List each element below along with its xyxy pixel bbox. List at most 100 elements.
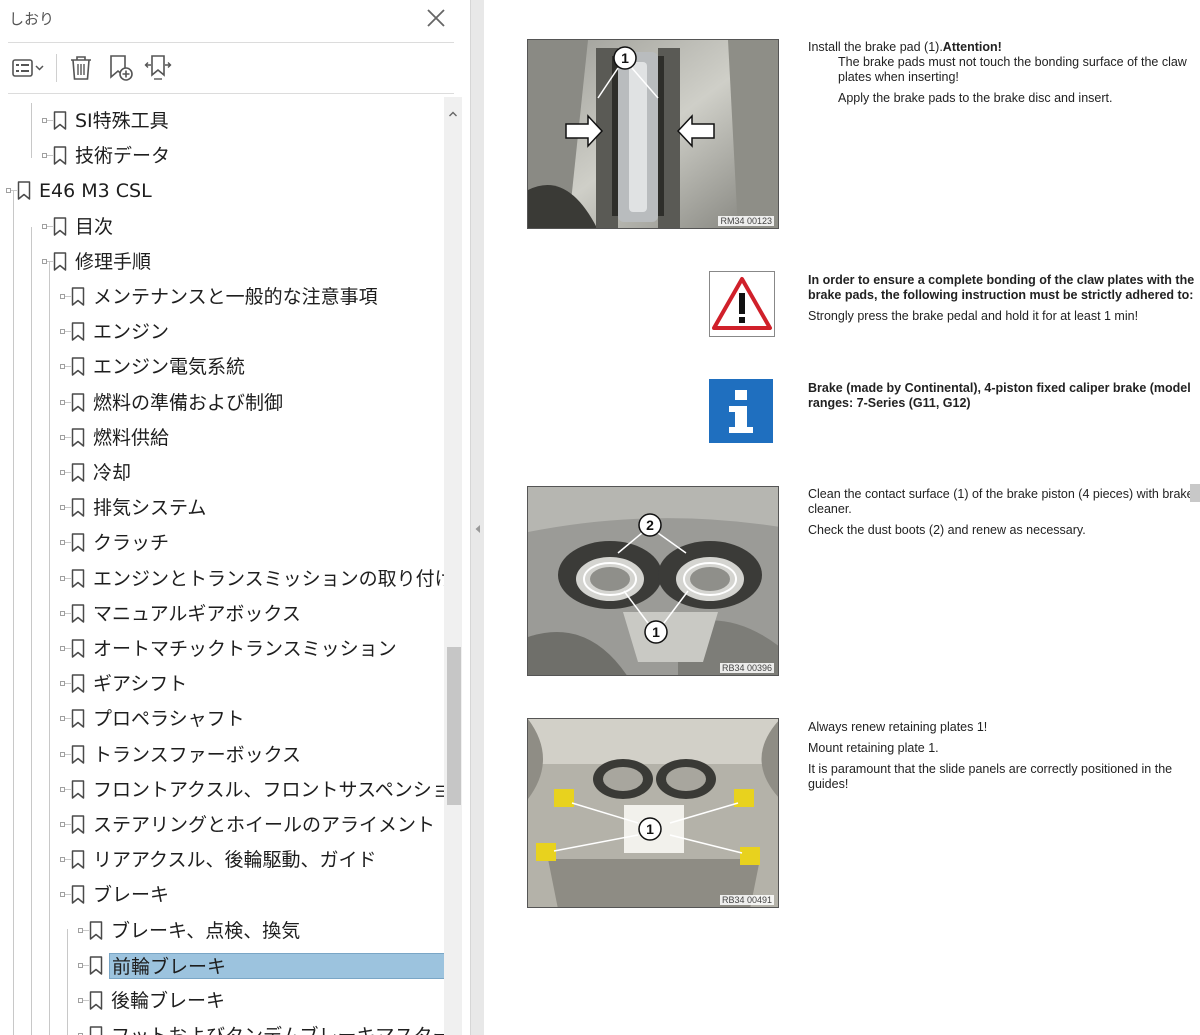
document-page: 1 RM34 00123 Install the brake pad (1).A… xyxy=(485,0,1200,1035)
info-notice xyxy=(709,379,773,443)
bookmark-item[interactable]: マニュアルギアボックス xyxy=(0,596,444,631)
bookmark-icon xyxy=(89,991,103,1010)
bookmark-item[interactable]: 技術データ xyxy=(0,138,444,173)
bookmark-label: 技術データ xyxy=(75,145,171,167)
expand-bookmark-button[interactable] xyxy=(140,52,176,84)
figure-retaining-plates: 1 RB34 00491 xyxy=(527,718,779,908)
bookmark-item[interactable]: クラッチ xyxy=(0,525,444,560)
bookmark-item[interactable]: E46 M3 CSL xyxy=(0,173,444,208)
panel-title: しおり xyxy=(9,10,55,28)
bookmark-icon xyxy=(71,569,85,588)
bookmark-item[interactable]: ステアリングとホイールのアライメント xyxy=(0,807,444,842)
warning-notice xyxy=(709,271,775,337)
scroll-up-button[interactable] xyxy=(448,104,458,117)
text-line: It is paramount that the slide panels ar… xyxy=(808,762,1173,776)
bookmark-item[interactable]: エンジンとトランスミッションの取り付け xyxy=(0,561,444,596)
divider xyxy=(8,93,454,94)
bookmark-item[interactable]: フロントアクスル、フロントサスペンション xyxy=(0,772,444,807)
bookmark-item[interactable]: 燃料の準備および制御 xyxy=(0,385,444,420)
bookmark-item[interactable]: 燃料供給 xyxy=(0,420,444,455)
text-line: Install the brake pad (1).Attention! xyxy=(808,40,1002,54)
text-line: Brake (made by Continental), 4-piston fi… xyxy=(808,381,1191,395)
callout-label: 1 xyxy=(646,821,654,837)
bookmark-icon xyxy=(71,498,85,517)
bookmark-item[interactable]: 冷却 xyxy=(0,455,444,490)
bookmark-icon xyxy=(17,181,31,200)
bookmark-icon xyxy=(71,815,85,834)
text-line: guides! xyxy=(808,777,849,791)
bookmark-label: 冷却 xyxy=(93,462,132,484)
close-panel-button[interactable] xyxy=(424,6,448,30)
text-line: ranges: 7-Series (G11, G12) xyxy=(808,396,971,410)
triangle-left-icon xyxy=(475,525,480,533)
bookmark-item[interactable]: エンジン電気系統 xyxy=(0,349,444,384)
bookmark-item[interactable]: ブレーキ、点検、換気 xyxy=(0,913,444,948)
divider xyxy=(8,42,454,43)
bookmark-icon xyxy=(71,709,85,728)
callout-label: 2 xyxy=(646,517,654,533)
instruction-text-3: Always renew retaining plates 1! Mount r… xyxy=(808,720,1200,792)
bookmark-add-icon xyxy=(110,55,133,81)
bookmark-label: オートマチックトランスミッション xyxy=(93,638,397,660)
panel-splitter[interactable] xyxy=(470,0,484,1035)
warning-icon xyxy=(709,271,775,337)
bookmark-item[interactable]: プロペラシャフト xyxy=(0,701,444,736)
bookmark-item[interactable]: オートマチックトランスミッション xyxy=(0,631,444,666)
figure-brake-pistons: 2 1 RB34 00396 xyxy=(527,486,779,676)
bookmark-item[interactable]: メンテナンスと一般的な注意事項 xyxy=(0,279,444,314)
bookmark-icon xyxy=(89,1026,103,1035)
brake-piston-photo: 2 1 xyxy=(528,487,778,675)
bookmark-label: ギアシフト xyxy=(93,673,188,695)
collapse-panel-button[interactable] xyxy=(474,519,482,533)
instruction-text-1: Install the brake pad (1).Attention! The… xyxy=(808,40,1200,106)
bookmark-item[interactable]: SI特殊工具 xyxy=(0,103,444,138)
bookmark-label: 前輪ブレーキ xyxy=(109,953,444,979)
bookmark-icon xyxy=(53,217,67,236)
scrollbar-thumb[interactable] xyxy=(447,647,461,805)
bookmark-icon xyxy=(71,463,85,482)
bookmark-item[interactable]: 目次 xyxy=(0,209,444,244)
bookmark-icon xyxy=(71,780,85,799)
list-options-icon xyxy=(12,59,44,77)
bookmark-item[interactable]: 前輪ブレーキ xyxy=(0,948,444,983)
brake-caliper-photo: 1 xyxy=(528,40,778,228)
callout-label: 1 xyxy=(652,624,660,640)
document-scroll-marker[interactable] xyxy=(1190,484,1200,502)
bookmark-item[interactable]: 後輪ブレーキ xyxy=(0,983,444,1018)
bookmark-label: エンジン xyxy=(93,321,170,343)
bookmark-label: 排気システム xyxy=(93,497,207,519)
bookmark-item[interactable]: トランスファーボックス xyxy=(0,737,444,772)
delete-bookmark-button[interactable] xyxy=(64,52,98,84)
bookmark-label: メンテナンスと一般的な注意事項 xyxy=(93,286,378,308)
text-line: Strongly press the brake pedal and hold … xyxy=(808,309,1139,323)
bookmark-scrollbar[interactable] xyxy=(444,97,462,1035)
figure-code: RB34 00491 xyxy=(719,895,774,905)
bookmark-icon xyxy=(53,252,67,271)
bookmark-item[interactable]: ブレーキ xyxy=(0,877,444,912)
bookmark-item[interactable]: フットおよびタンデムブレーキマスターシリンダー xyxy=(0,1018,444,1035)
bookmark-item[interactable]: エンジン xyxy=(0,314,444,349)
text-line: cleaner. xyxy=(808,502,852,516)
add-bookmark-button[interactable] xyxy=(102,52,138,84)
bookmark-item[interactable]: 排気システム xyxy=(0,490,444,525)
bookmark-label: 燃料の準備および制御 xyxy=(93,392,284,414)
bookmark-label: クラッチ xyxy=(93,532,170,554)
bookmark-label: ブレーキ xyxy=(93,884,170,906)
bookmark-item[interactable]: リアアクスル、後輪駆動、ガイド xyxy=(0,842,444,877)
figure-code: RM34 00123 xyxy=(718,216,774,226)
bookmark-item[interactable]: ギアシフト xyxy=(0,666,444,701)
text-line: The brake pads must not touch the bondin… xyxy=(838,55,1187,69)
bookmark-label: リアアクスル、後輪駆動、ガイド xyxy=(93,849,377,871)
bookmark-label: エンジンとトランスミッションの取り付け xyxy=(93,568,444,590)
options-menu-button[interactable] xyxy=(8,52,48,84)
bookmark-label: 燃料供給 xyxy=(93,427,170,449)
bookmark-icon xyxy=(71,287,85,306)
figure-code: RB34 00396 xyxy=(719,663,774,673)
attention-label: Attention! xyxy=(942,40,1002,54)
bookmark-expand-icon xyxy=(144,55,172,80)
bookmark-item[interactable]: 修理手順 xyxy=(0,244,444,279)
info-text: Brake (made by Continental), 4-piston fi… xyxy=(808,381,1200,411)
trash-icon xyxy=(71,56,91,80)
bookmark-label: E46 M3 CSL xyxy=(39,180,152,202)
bookmark-icon xyxy=(71,322,85,341)
